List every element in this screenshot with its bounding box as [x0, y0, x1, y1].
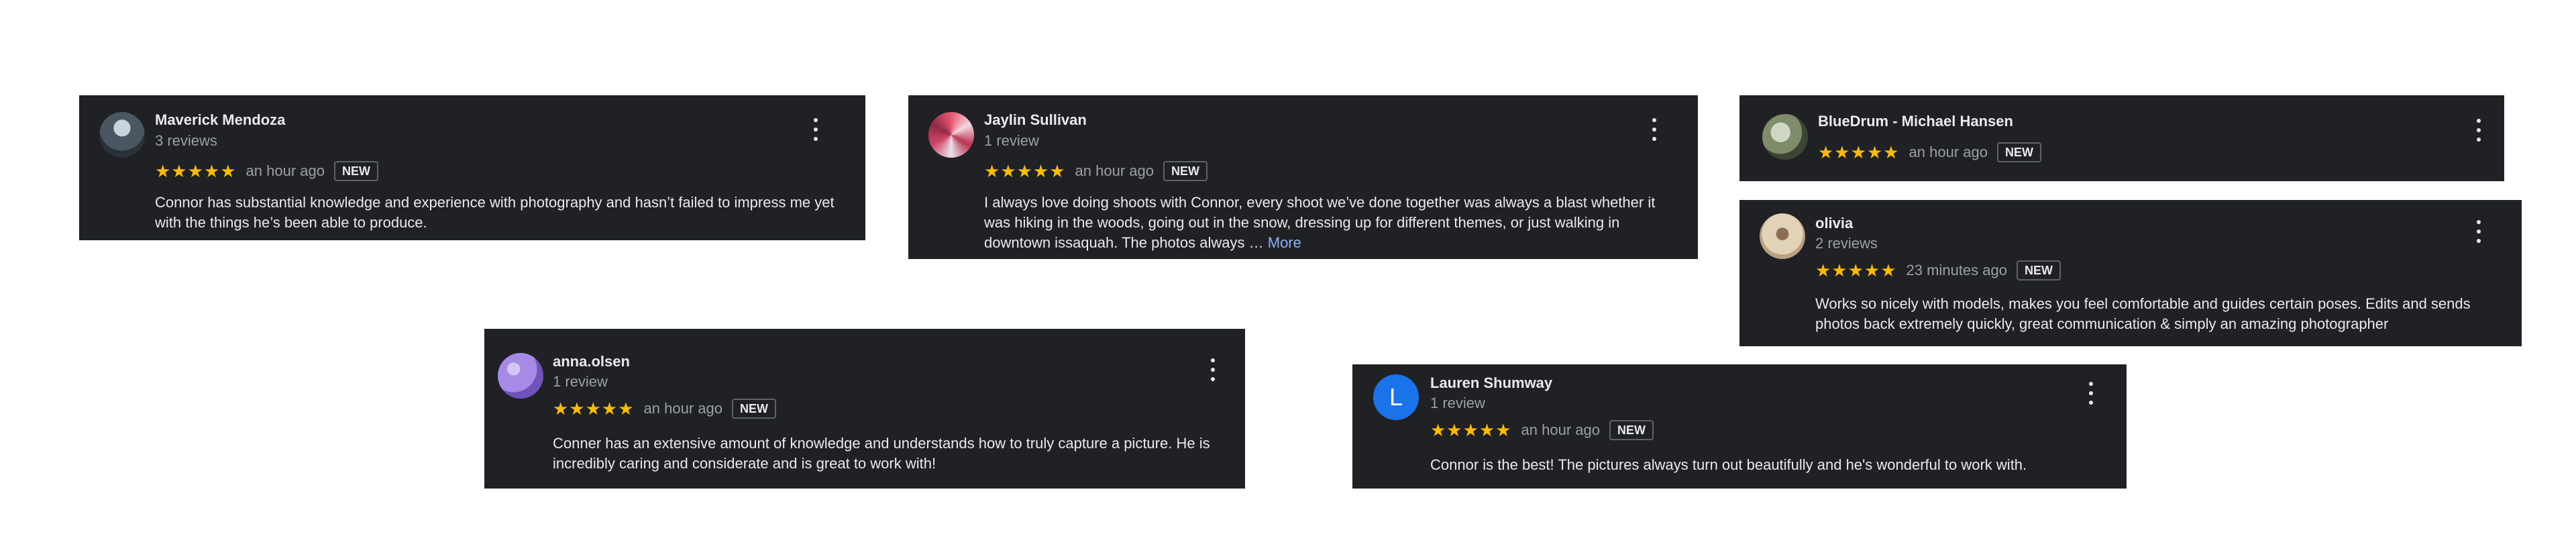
new-badge: NEW: [1163, 161, 1208, 181]
avatar[interactable]: [99, 112, 145, 158]
star-rating: ★★★★★: [155, 161, 237, 181]
review-card: Maverick Mendoza 3 reviews ★★★★★ an hour…: [79, 95, 865, 240]
reviewer-name[interactable]: Jaylin Sullivan: [984, 111, 1087, 129]
more-options-icon[interactable]: [2475, 119, 2482, 142]
avatar[interactable]: [928, 112, 974, 158]
review-meta: ★★★★★ an hour ago NEW: [155, 161, 378, 181]
new-badge: NEW: [1996, 142, 2041, 162]
review-card: olivia 2 reviews ★★★★★ 23 minutes ago NE…: [1739, 200, 2522, 346]
new-badge: NEW: [333, 161, 378, 181]
review-card: anna.olsen 1 review ★★★★★ an hour ago NE…: [484, 329, 1245, 489]
review-meta: ★★★★★ an hour ago NEW: [1430, 420, 1654, 440]
review-time: an hour ago: [1075, 162, 1154, 179]
reviewer-name[interactable]: BlueDrum - Michael Hansen: [1818, 113, 2013, 130]
review-count[interactable]: 1 review: [1430, 395, 1485, 412]
avatar[interactable]: L: [1373, 374, 1419, 420]
review-card: BlueDrum - Michael Hansen ★★★★★ an hour …: [1739, 95, 2504, 181]
review-time: an hour ago: [246, 162, 325, 179]
more-link[interactable]: More: [1268, 234, 1301, 251]
reviewer-name[interactable]: Lauren Shumway: [1430, 374, 1552, 392]
star-rating: ★★★★★: [984, 161, 1066, 181]
reviewer-name[interactable]: olivia: [1815, 215, 1853, 232]
new-badge: NEW: [731, 399, 776, 419]
review-meta: ★★★★★ an hour ago NEW: [1818, 142, 2041, 162]
star-rating: ★★★★★: [1818, 142, 1900, 162]
review-meta: ★★★★★ an hour ago NEW: [553, 399, 776, 419]
review-card: Jaylin Sullivan 1 review ★★★★★ an hour a…: [908, 95, 1698, 259]
star-rating: ★★★★★: [1430, 420, 1512, 440]
review-meta: ★★★★★ an hour ago NEW: [984, 161, 1208, 181]
review-text-body: I always love doing shoots with Connor, …: [984, 194, 1656, 251]
review-count[interactable]: 3 reviews: [155, 132, 217, 150]
avatar-initial: L: [1389, 383, 1403, 411]
review-count[interactable]: 1 review: [553, 373, 608, 391]
review-text: Works so nicely with models, makes you f…: [1815, 295, 2471, 332]
review-text: I always love doing shoots with Connor, …: [984, 193, 1682, 253]
reviewer-name[interactable]: Maverick Mendoza: [155, 111, 285, 129]
star-rating: ★★★★★: [1815, 260, 1897, 281]
review-text: Conner has an extensive amount of knowle…: [553, 435, 1210, 472]
review-text: Connor is the best! The pictures always …: [1430, 456, 2027, 473]
more-options-icon[interactable]: [1651, 118, 1658, 141]
more-options-icon[interactable]: [2475, 220, 2482, 243]
review-time: an hour ago: [1521, 421, 1600, 438]
review-time: an hour ago: [1909, 144, 1988, 160]
reviewer-name[interactable]: anna.olsen: [553, 353, 630, 370]
review-time: 23 minutes ago: [1906, 262, 2007, 278]
more-options-icon[interactable]: [2088, 382, 2094, 405]
avatar[interactable]: [498, 353, 543, 399]
new-badge: NEW: [2016, 260, 2061, 281]
review-time: an hour ago: [643, 400, 722, 417]
review-text: Connor has substantial knowledge and exp…: [155, 194, 835, 231]
review-count[interactable]: 1 review: [984, 132, 1039, 150]
review-card: L Lauren Shumway 1 review ★★★★★ an hour …: [1352, 364, 2127, 489]
more-options-icon[interactable]: [1210, 358, 1216, 381]
star-rating: ★★★★★: [553, 399, 635, 419]
avatar[interactable]: [1760, 213, 1805, 259]
more-options-icon[interactable]: [812, 118, 819, 141]
new-badge: NEW: [1609, 420, 1654, 440]
avatar[interactable]: [1762, 114, 1808, 160]
review-count[interactable]: 2 reviews: [1815, 235, 1878, 252]
review-meta: ★★★★★ 23 minutes ago NEW: [1815, 260, 2061, 281]
